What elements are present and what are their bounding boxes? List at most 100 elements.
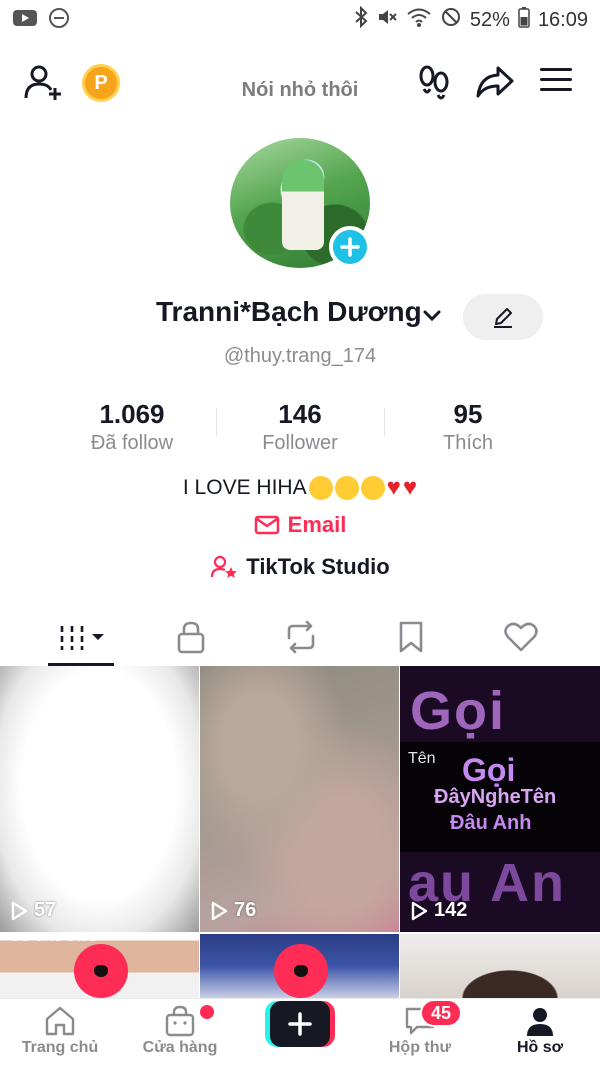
video-thumbnail[interactable]: 57 bbox=[0, 666, 199, 932]
video-grid: 57 76 Gọi Tên Gọi ĐâyNgheTên Đâu Anh au … bbox=[0, 666, 600, 998]
stat-value: 146 bbox=[278, 399, 322, 429]
stat-followers[interactable]: 146 Follower bbox=[216, 398, 384, 460]
youtube-icon bbox=[12, 8, 38, 33]
play-icon bbox=[211, 901, 228, 920]
account-switch-button[interactable] bbox=[420, 304, 444, 333]
nav-profile[interactable]: Hồ sơ bbox=[480, 999, 600, 1067]
divider bbox=[216, 408, 217, 436]
wifi-icon bbox=[406, 6, 432, 34]
tab-favorites[interactable] bbox=[356, 608, 466, 666]
video-thumbnail[interactable]: Gọi Tên Gọi ĐâyNgheTên Đâu Anh au An 142 bbox=[400, 666, 600, 932]
bio-emojis: ♥ ♥ bbox=[308, 474, 418, 502]
add-avatar-button[interactable] bbox=[329, 226, 371, 268]
view-count-value: 76 bbox=[234, 899, 257, 921]
name-row: Tranni*Bạch Dương bbox=[0, 294, 600, 340]
red-heart-icon: ♥ bbox=[386, 474, 401, 502]
cover-text: Gọi bbox=[410, 681, 506, 741]
lock-icon bbox=[177, 621, 205, 654]
view-count-value: 57 bbox=[34, 899, 57, 921]
stat-value: 95 bbox=[453, 399, 483, 429]
stat-label: Đã follow bbox=[90, 432, 174, 454]
bio: I LOVE HIHA ♥ ♥ bbox=[0, 474, 600, 502]
cover-text: Gọi bbox=[462, 752, 516, 788]
tab-videos[interactable] bbox=[26, 608, 136, 666]
tab-reposts[interactable] bbox=[246, 608, 356, 666]
video-thumbnail[interactable] bbox=[400, 934, 600, 998]
video-thumbnail[interactable]: 76 bbox=[200, 666, 399, 932]
share-button[interactable] bbox=[474, 62, 516, 102]
face-sticker bbox=[274, 944, 328, 998]
heart-icon bbox=[504, 622, 538, 652]
view-count-value: 142 bbox=[434, 899, 468, 921]
menu-button[interactable] bbox=[538, 64, 574, 96]
bottom-navigation: Trang chủ Cửa hàng Hộp thư Hồ sơ 45 bbox=[0, 998, 600, 1067]
stat-label: Follower bbox=[262, 432, 338, 454]
home-icon bbox=[45, 1006, 75, 1036]
view-count: 142 bbox=[410, 899, 467, 922]
coin-icon: P bbox=[82, 64, 120, 102]
stat-likes[interactable]: 95 Thích bbox=[384, 398, 552, 460]
nav-label: Trang chủ bbox=[21, 1039, 99, 1056]
stat-value: 1.069 bbox=[99, 399, 165, 429]
nav-shop[interactable]: Cửa hàng bbox=[120, 999, 240, 1067]
view-count: 76 bbox=[210, 899, 256, 922]
clock: 16:09 bbox=[537, 8, 588, 31]
tab-private[interactable] bbox=[136, 608, 246, 666]
hamburger-menu-icon bbox=[540, 68, 572, 91]
play-icon bbox=[411, 901, 428, 920]
nav-label: Hồ sơ bbox=[516, 1039, 564, 1056]
profile-icon bbox=[527, 1008, 553, 1036]
chevron-down-icon bbox=[423, 310, 441, 322]
plus-icon bbox=[288, 1012, 312, 1036]
email-link[interactable]: Email bbox=[0, 512, 600, 538]
stat-following[interactable]: 1.069 Đã follow bbox=[48, 398, 216, 460]
nav-label: Hộp thư bbox=[388, 1039, 452, 1056]
email-label: Email bbox=[287, 512, 347, 537]
username: @thuy.trang_174 bbox=[223, 345, 377, 367]
pencil-icon bbox=[494, 308, 512, 328]
create-button[interactable] bbox=[265, 1001, 335, 1047]
coins-button[interactable]: P bbox=[82, 64, 120, 102]
battery-percent: 52% bbox=[469, 8, 510, 31]
battery-icon bbox=[518, 6, 530, 34]
stats-row: 1.069 Đã follow 146 Follower 95 Thích bbox=[48, 398, 552, 460]
add-friend-button[interactable] bbox=[22, 62, 64, 104]
envelope-icon bbox=[254, 515, 279, 535]
divider bbox=[384, 408, 385, 436]
tab-liked[interactable] bbox=[466, 608, 576, 666]
heart-eyes-emoji-icon bbox=[308, 476, 333, 501]
bio-text: I LOVE HIHA bbox=[182, 476, 307, 499]
shopping-bag-icon bbox=[165, 1005, 195, 1037]
grid-icon bbox=[60, 626, 104, 650]
red-heart-icon: ♥ bbox=[402, 474, 418, 502]
footprints-icon bbox=[419, 65, 449, 100]
cover-text: Đâu Anh bbox=[450, 812, 532, 834]
repost-icon bbox=[287, 620, 315, 654]
nav-home[interactable]: Trang chủ bbox=[0, 999, 120, 1067]
bookmark-icon bbox=[399, 621, 423, 653]
notification-dot bbox=[200, 1005, 214, 1019]
do-not-disturb-icon bbox=[48, 7, 70, 34]
play-icon bbox=[11, 901, 28, 920]
bluetooth-icon bbox=[354, 5, 368, 34]
video-thumbnail[interactable]: CÔ TRƯỜNG bbox=[0, 934, 199, 998]
footprints-button[interactable] bbox=[414, 62, 454, 102]
studio-label: TikTok Studio bbox=[246, 554, 390, 579]
inbox-badge: 45 bbox=[420, 999, 462, 1027]
face-sticker bbox=[74, 944, 128, 998]
nav-label: Cửa hàng bbox=[142, 1039, 218, 1056]
tiktok-studio-link[interactable]: TikTok Studio bbox=[0, 554, 600, 580]
content-tabs bbox=[0, 608, 600, 666]
creator-star-icon bbox=[211, 555, 238, 578]
heart-eyes-emoji-icon bbox=[334, 476, 359, 501]
profile-note[interactable]: Nói nhỏ thôi bbox=[230, 75, 370, 105]
edit-profile-button[interactable] bbox=[463, 294, 543, 340]
display-name[interactable]: Tranni*Bạch Dương bbox=[156, 296, 422, 328]
cover-text: Tên bbox=[408, 750, 436, 767]
cover-title-block: Tên Gọi ĐâyNgheTên Đâu Anh bbox=[400, 742, 600, 852]
video-thumbnail[interactable] bbox=[200, 934, 399, 998]
mute-icon bbox=[376, 6, 398, 34]
cover-text: ĐâyNgheTên bbox=[434, 786, 557, 808]
plus-icon bbox=[340, 237, 360, 257]
view-count: 57 bbox=[10, 899, 56, 922]
